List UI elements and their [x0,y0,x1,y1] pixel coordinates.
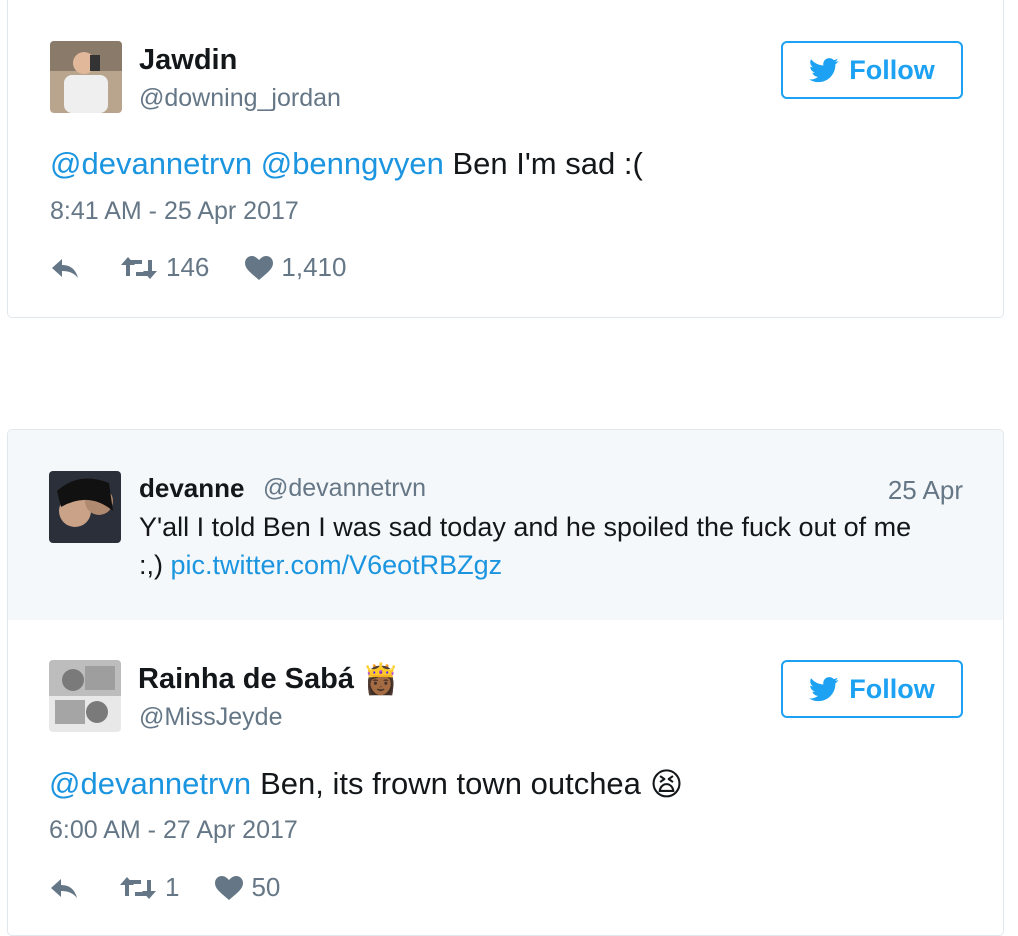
avatar[interactable] [49,660,121,732]
like-count: 50 [251,872,281,902]
tweet-card-jawdin: Jawdin @downing_jordan Follow @devannetr… [7,0,1004,318]
retweet-icon [121,256,157,279]
follow-button[interactable]: Follow [781,41,963,99]
retweet-icon [120,876,156,899]
quoted-date[interactable]: 25 Apr [888,475,963,506]
retweet-button[interactable]: 146 [120,252,209,283]
heart-icon [245,255,274,280]
mention-link[interactable]: @devannetrvn [50,146,252,181]
display-name[interactable]: Jawdin [139,44,237,77]
tweet-text: @devannetrvn @benngvyen Ben I'm sad :( [50,146,643,182]
mention-link[interactable]: @devannetrvn [49,766,251,802]
reply-button[interactable] [49,876,79,900]
reply-icon [51,878,77,898]
retweet-count: 1 [165,872,180,902]
like-button[interactable]: 50 [215,872,280,903]
quoted-handle[interactable]: @devannetrvn [263,474,426,503]
mention-link[interactable]: @benngvyen [261,146,444,181]
tweet-text: @devannetrvn Ben, its frown town outchea… [49,765,683,803]
quoted-display-name[interactable]: devanne [139,473,245,504]
tweet-body: Ben, its frown town outchea [260,766,641,801]
display-name-row[interactable]: Rainha de Sabá 👸🏾 [138,662,399,697]
quoted-text-line2: :,) pic.twitter.com/V6eotRBZgz [139,550,502,581]
twitter-bird-icon [809,57,839,82]
twitter-bird-icon [809,676,839,701]
tired-face-emoji-icon: 😫 [649,766,684,802]
tweet-card-rainha: devanne @devannetrvn 25 Apr Y'all I told… [7,429,1004,936]
user-handle[interactable]: @downing_jordan [139,84,341,113]
timestamp-link[interactable]: 6:00 AM - 27 Apr 2017 [49,816,298,845]
princess-emoji-icon: 👸🏾 [361,663,400,696]
quoted-emoticon: :,) [139,550,163,580]
reply-icon [52,258,78,278]
like-count: 1,410 [281,252,347,282]
timestamp-link[interactable]: 8:41 AM - 25 Apr 2017 [50,197,299,226]
tweet-body: Ben I'm sad :( [452,146,643,181]
like-button[interactable]: 1,410 [245,252,346,283]
heart-icon [215,875,244,900]
avatar[interactable] [49,471,121,543]
retweet-button[interactable]: 1 [119,872,179,903]
tweet-actions: 146 1,410 [50,252,346,283]
quoted-tweet[interactable]: devanne @devannetrvn 25 Apr Y'all I told… [8,430,1003,620]
follow-label: Follow [849,673,935,704]
tweet-actions: 1 50 [49,872,280,903]
retweet-count: 146 [166,252,210,282]
quoted-text: Y'all I told Ben I was sad today and he … [139,512,912,542]
follow-label: Follow [849,54,935,85]
media-link[interactable]: pic.twitter.com/V6eotRBZgz [171,550,503,580]
user-handle[interactable]: @MissJeyde [139,703,282,732]
avatar[interactable] [50,41,122,113]
follow-button[interactable]: Follow [781,660,963,718]
display-name: Rainha de Sabá [138,663,354,695]
reply-button[interactable] [50,256,80,280]
